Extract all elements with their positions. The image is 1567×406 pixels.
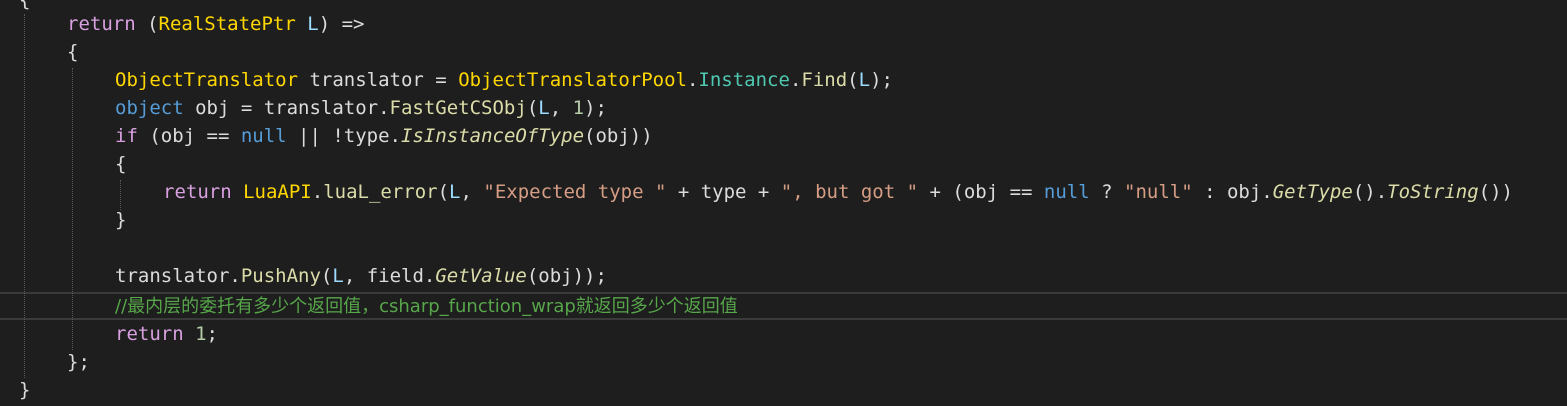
code-token: , field.	[343, 265, 436, 287]
code-line-brace-close-outer[interactable]: }	[19, 376, 30, 404]
code-token: ToString	[1387, 181, 1479, 203]
code-line-return-one[interactable]: return 1;	[115, 320, 218, 348]
code-line-comment[interactable]: //最内层的委托有多少个返回值，csharp_function_wrap就返回多…	[115, 292, 738, 320]
code-token: ", but got "	[780, 181, 919, 203]
code-token: ().	[1352, 181, 1388, 203]
code-line-lambda-brace-close[interactable]: };	[67, 348, 90, 376]
code-token: {	[67, 41, 79, 63]
code-token: 1	[195, 323, 207, 345]
code-token: GetType	[1272, 181, 1353, 203]
code-token: (obj ==	[137, 125, 241, 147]
code-token: null	[240, 125, 287, 147]
code-token: Find	[801, 69, 848, 91]
code-token: + (obj ==	[918, 181, 1044, 203]
indent-guide	[72, 68, 73, 350]
code-token: L	[538, 97, 550, 119]
code-token: ;	[206, 323, 218, 345]
code-line-translator-find[interactable]: ObjectTranslator translator = ObjectTran…	[115, 66, 893, 94]
code-token: ObjectTranslator	[115, 69, 299, 91]
code-token: .	[311, 181, 324, 203]
code-token: (	[437, 181, 450, 203]
code-token: translator.	[115, 265, 241, 287]
code-token: object	[115, 97, 184, 119]
code-token: ,	[460, 181, 484, 203]
code-token: //最内层的委托有多少个返回值，csharp_function_wrap就返回多…	[115, 296, 738, 317]
code-token: }	[115, 209, 127, 231]
code-line-push-any[interactable]: translator.PushAny(L, field.GetValue(obj…	[115, 262, 607, 290]
code-line-get-obj[interactable]: object obj = translator.FastGetCSObj(L, …	[115, 94, 607, 122]
code-token: L	[449, 181, 461, 203]
code-token: (obj))	[584, 125, 653, 147]
code-line-brace-open-outer[interactable]: {	[19, 0, 30, 14]
code-token: : obj.	[1192, 181, 1273, 203]
code-token: ?	[1089, 181, 1125, 203]
code-token: };	[67, 351, 90, 373]
code-token: (	[320, 265, 333, 287]
code-line-return-lambda[interactable]: return (RealStatePtr L) =>	[67, 10, 364, 38]
code-token: ObjectTranslatorPool	[458, 69, 687, 91]
code-token: "Expected type "	[483, 181, 667, 203]
code-token: obj = translator.	[183, 97, 390, 119]
code-token: null	[1043, 181, 1090, 203]
code-token: return	[115, 323, 184, 345]
code-token: LuaAPI	[243, 181, 312, 203]
code-token: L	[332, 265, 344, 287]
code-token: (	[135, 13, 159, 35]
code-token: L	[858, 69, 871, 91]
code-line-return-error[interactable]: return LuaAPI.luaL_error(L, "Expected ty…	[163, 178, 1513, 206]
code-token: || !type.	[286, 125, 401, 147]
code-token: );	[870, 69, 893, 91]
code-token: luaL_error	[323, 181, 438, 203]
code-token: .	[686, 69, 699, 91]
code-token: 1	[572, 97, 585, 119]
code-token: IsInstanceOfType	[401, 125, 585, 147]
indent-guide	[24, 14, 25, 378]
code-token: (	[526, 97, 539, 119]
code-token: (	[847, 69, 859, 91]
code-editor[interactable]: { return (RealStatePtr L) => { ObjectTra…	[0, 0, 1567, 406]
code-token: }	[19, 379, 31, 401]
code-token: );	[584, 97, 607, 119]
code-token: "null"	[1124, 181, 1193, 203]
code-token: FastGetCSObj	[389, 97, 527, 119]
code-line-lambda-brace-open[interactable]: {	[67, 38, 78, 66]
code-token: Instance	[698, 69, 790, 91]
code-token: + type +	[666, 181, 781, 203]
code-token: {	[115, 153, 127, 175]
code-token: ())	[1478, 181, 1513, 203]
code-token: L	[307, 13, 319, 35]
code-token: RealStatePtr	[158, 13, 296, 35]
code-token: ) =>	[318, 13, 365, 35]
code-token: (obj));	[526, 265, 607, 287]
code-token: {	[19, 0, 31, 11]
code-token: return	[163, 181, 232, 203]
code-line-if-brace-open[interactable]: {	[115, 150, 126, 178]
code-token: ,	[549, 97, 573, 119]
code-token: return	[67, 13, 136, 35]
code-token: .	[789, 69, 802, 91]
code-token: if	[115, 125, 138, 147]
code-token: translator =	[298, 69, 459, 91]
code-line-if-brace-close[interactable]: }	[115, 206, 126, 234]
code-line-if-check[interactable]: if (obj == null || !type.IsInstanceOfTyp…	[115, 122, 653, 150]
code-token: GetValue	[435, 265, 527, 287]
code-token: PushAny	[240, 265, 321, 287]
